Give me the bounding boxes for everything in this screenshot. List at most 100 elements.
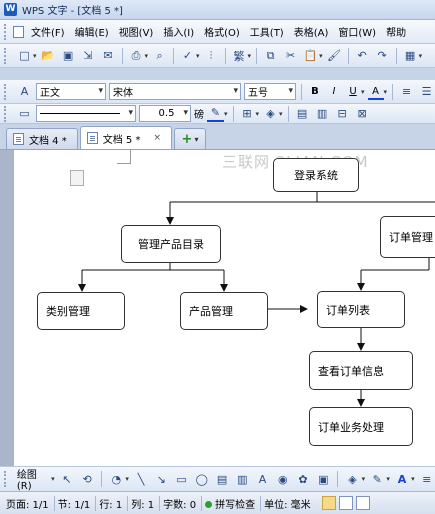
bold-button[interactable]: B	[307, 83, 323, 100]
format-painter-icon[interactable]: 🖌	[326, 47, 343, 64]
line-color-dropdown-icon[interactable]: ▾	[224, 110, 228, 118]
free-rotate-icon[interactable]: ⟲	[79, 471, 95, 488]
line-color-icon[interactable]: ✎	[207, 105, 224, 122]
tab-document-4[interactable]: 文档 4 *	[6, 128, 78, 149]
align-left-icon[interactable]: ≡	[398, 83, 415, 100]
styles-icon[interactable]: A	[16, 83, 33, 100]
flow-node-order-process[interactable]: 订单业务处理	[309, 407, 413, 446]
flow-node-product-manage[interactable]: 产品管理	[180, 292, 268, 330]
autoshapes-dropdown-icon[interactable]: ▾	[125, 475, 129, 483]
mail-icon[interactable]: ✉	[100, 47, 117, 64]
font-select[interactable]: 宋体	[109, 83, 241, 100]
menu-view[interactable]: 视图(V)	[114, 22, 159, 41]
menu-file[interactable]: 文件(F)	[26, 22, 70, 41]
columns-icon[interactable]: ▥	[314, 105, 331, 122]
paste-icon[interactable]: 📋	[302, 47, 319, 64]
border-icon[interactable]: ⊞	[239, 105, 256, 122]
text-box-icon[interactable]: ▭	[16, 105, 33, 122]
insert-row-icon[interactable]: ⊟	[334, 105, 351, 122]
flow-node-manage-catalog[interactable]: 管理产品目录	[121, 225, 221, 263]
autoshapes-icon[interactable]: ◔	[108, 471, 124, 488]
line-color-dropdown-icon[interactable]: ▾	[386, 475, 390, 483]
print-icon[interactable]: ⎙	[128, 47, 145, 64]
underline-button[interactable]: U	[345, 83, 361, 100]
tab-document-5[interactable]: 文档 5 * ×	[79, 126, 173, 149]
open-folder-icon[interactable]: 📂	[40, 47, 57, 64]
fill-color-icon[interactable]: ◈	[262, 105, 279, 122]
align-center-icon[interactable]: ☰	[418, 83, 435, 100]
convert-dropdown-icon[interactable]: ▾	[248, 52, 252, 60]
paste-dropdown-icon[interactable]: ▾	[319, 52, 323, 60]
border-dropdown-icon[interactable]: ▾	[256, 110, 260, 118]
new-document-icon[interactable]: □	[16, 47, 33, 64]
font-color-icon[interactable]: A	[394, 471, 410, 488]
status-unit[interactable]: 单位: 毫米	[264, 496, 316, 511]
font-size-select[interactable]: 五号	[243, 83, 296, 100]
font-color-dropdown-icon[interactable]: ▾	[384, 88, 388, 96]
menu-format[interactable]: 格式(O)	[199, 22, 245, 41]
status-word-count[interactable]: 字数: 0	[163, 495, 203, 511]
print-preview-icon[interactable]: ⌕	[151, 47, 168, 64]
undo-icon[interactable]: ↶	[354, 47, 371, 64]
flow-node-login[interactable]: 登录系统	[273, 158, 359, 192]
select-pointer-icon[interactable]: ↖	[59, 471, 75, 488]
toolbar-grip[interactable]	[4, 471, 8, 487]
table-dropdown-icon[interactable]: ▾	[419, 52, 423, 60]
flow-node-category-manage[interactable]: 类别管理	[37, 292, 125, 330]
line-color-icon[interactable]: ✎	[369, 471, 385, 488]
document-page[interactable]: 三联网 3LIAN.COM	[14, 150, 435, 466]
document-area[interactable]: 三联网 3LIAN.COM	[0, 150, 435, 466]
save-icon[interactable]: ▣	[60, 47, 77, 64]
underline-dropdown-icon[interactable]: ▾	[361, 88, 365, 96]
line-style-select[interactable]	[36, 105, 136, 122]
diagram-icon[interactable]: ◉	[275, 471, 291, 488]
redo-icon[interactable]: ↷	[374, 47, 391, 64]
outline-view-button[interactable]	[338, 496, 353, 510]
page-view-button[interactable]	[321, 496, 336, 510]
web-view-button[interactable]	[355, 496, 370, 510]
menu-help[interactable]: 帮助	[381, 22, 411, 41]
rectangle-tool-icon[interactable]: ▭	[173, 471, 189, 488]
insert-table-icon[interactable]: ▦	[402, 47, 419, 64]
ellipse-tool-icon[interactable]: ◯	[194, 471, 210, 488]
font-color-button[interactable]: A	[367, 83, 384, 100]
new-tab-button[interactable]: + ▾	[174, 128, 207, 149]
textbox-tool-icon[interactable]: ▤	[214, 471, 230, 488]
wordart-icon[interactable]: A	[254, 471, 270, 488]
vertical-textbox-icon[interactable]: ▥	[234, 471, 250, 488]
cut-icon[interactable]: ✂	[282, 47, 299, 64]
close-tab-icon[interactable]: ×	[153, 133, 161, 143]
drawing-dropdown-icon[interactable]: ▾	[51, 475, 55, 483]
clipart-icon[interactable]: ✿	[295, 471, 311, 488]
flow-node-view-order[interactable]: 查看订单信息	[309, 351, 413, 390]
chevron-down-icon[interactable]: ▾	[194, 135, 198, 144]
arrow-tool-icon[interactable]: ↘	[153, 471, 169, 488]
insert-column-icon[interactable]: ⊠	[354, 105, 371, 122]
document-menu-icon[interactable]	[13, 25, 24, 38]
export-icon[interactable]: ⇲	[80, 47, 97, 64]
flow-node-order-list[interactable]: 订单列表	[317, 291, 405, 328]
toolbar-grip[interactable]	[4, 47, 8, 64]
drawing-menu-button[interactable]: 绘图(R)	[17, 466, 50, 492]
line-width-input[interactable]: 0.5	[139, 105, 191, 122]
menu-edit[interactable]: 编辑(E)	[70, 22, 114, 41]
copy-icon[interactable]: ⧉	[262, 47, 279, 64]
menu-table[interactable]: 表格(A)	[289, 22, 334, 41]
line-tool-icon[interactable]: ╲	[133, 471, 149, 488]
fill-bucket-dropdown-icon[interactable]: ▾	[362, 475, 366, 483]
status-spellcheck[interactable]: 拼写检查	[205, 495, 262, 511]
toolbar-grip[interactable]	[4, 105, 8, 122]
traditional-simplified-icon[interactable]: 繁	[231, 47, 248, 64]
font-color-dropdown-icon[interactable]: ▾	[411, 475, 415, 483]
table-grid-icon[interactable]: ▤	[294, 105, 311, 122]
new-dropdown-icon[interactable]: ▾	[33, 52, 37, 60]
spellcheck-icon[interactable]: ✓	[179, 47, 196, 64]
flow-node-order-manage[interactable]: 订单管理	[380, 216, 435, 258]
line-style-icon[interactable]: ≡	[419, 471, 435, 488]
toolbar-grip[interactable]	[4, 23, 8, 40]
style-select[interactable]: 正文	[36, 83, 106, 100]
fill-bucket-icon[interactable]: ◈	[344, 471, 360, 488]
research-icon[interactable]: ⫶	[203, 47, 220, 64]
italic-button[interactable]: I	[326, 83, 342, 100]
menu-window[interactable]: 窗口(W)	[333, 22, 381, 41]
